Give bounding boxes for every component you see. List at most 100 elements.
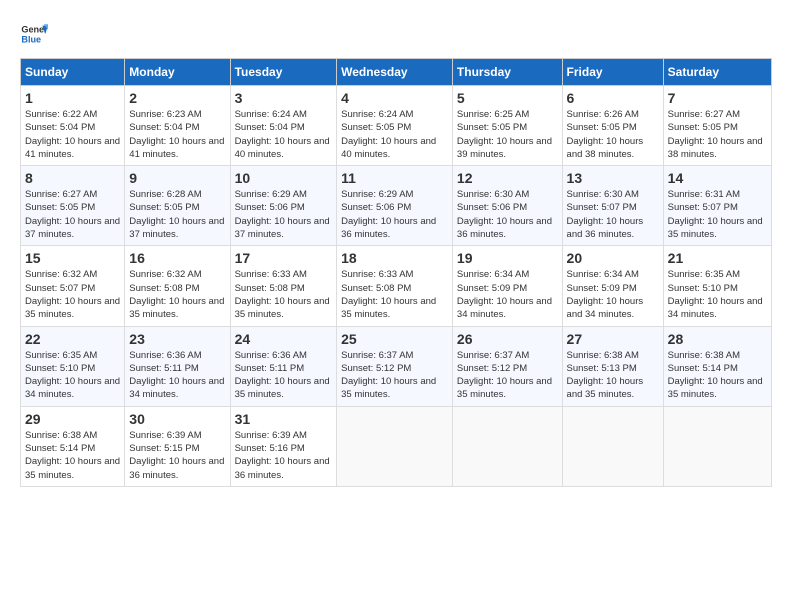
calendar-body: 1 Sunrise: 6:22 AMSunset: 5:04 PMDaylight…: [21, 86, 772, 487]
calendar-week-row: 1 Sunrise: 6:22 AMSunset: 5:04 PMDaylight…: [21, 86, 772, 166]
day-info: Sunrise: 6:30 AMSunset: 5:07 PMDaylight:…: [567, 188, 659, 241]
day-info: Sunrise: 6:27 AMSunset: 5:05 PMDaylight:…: [668, 108, 767, 161]
day-info: Sunrise: 6:34 AMSunset: 5:09 PMDaylight:…: [457, 268, 558, 321]
calendar-week-row: 29 Sunrise: 6:38 AMSunset: 5:14 PMDayligh…: [21, 406, 772, 486]
day-info: Sunrise: 6:23 AMSunset: 5:04 PMDaylight:…: [129, 108, 225, 161]
calendar-cell: [452, 406, 562, 486]
day-info: Sunrise: 6:35 AMSunset: 5:10 PMDaylight:…: [668, 268, 767, 321]
day-number: 9: [129, 170, 225, 186]
calendar-cell: 16 Sunrise: 6:32 AMSunset: 5:08 PMDayligh…: [125, 246, 230, 326]
day-number: 21: [668, 250, 767, 266]
calendar-cell: 14Sunrise: 6:31 AMSunset: 5:07 PMDayligh…: [663, 166, 771, 246]
svg-text:Blue: Blue: [21, 34, 41, 44]
day-info: Sunrise: 6:33 AMSunset: 5:08 PMDaylight:…: [235, 268, 333, 321]
day-number: 15: [25, 250, 120, 266]
calendar-cell: 15 Sunrise: 6:32 AMSunset: 5:07 PMDayligh…: [21, 246, 125, 326]
calendar-cell: 3 Sunrise: 6:24 AMSunset: 5:04 PMDaylight…: [230, 86, 337, 166]
day-info: Sunrise: 6:29 AMSunset: 5:06 PMDaylight:…: [235, 188, 333, 241]
day-number: 23: [129, 331, 225, 347]
day-number: 18: [341, 250, 448, 266]
calendar-cell: [337, 406, 453, 486]
day-info: Sunrise: 6:24 AMSunset: 5:04 PMDaylight:…: [235, 108, 333, 161]
day-info: Sunrise: 6:36 AMSunset: 5:11 PMDaylight:…: [129, 349, 225, 402]
day-number: 8: [25, 170, 120, 186]
day-number: 2: [129, 90, 225, 106]
weekday-header: Wednesday: [337, 59, 453, 86]
day-number: 11: [341, 170, 448, 186]
day-number: 1: [25, 90, 120, 106]
day-number: 29: [25, 411, 120, 427]
day-info: Sunrise: 6:39 AMSunset: 5:15 PMDaylight:…: [129, 429, 225, 482]
day-info: Sunrise: 6:25 AMSunset: 5:05 PMDaylight:…: [457, 108, 558, 161]
calendar-cell: 26 Sunrise: 6:37 AMSunset: 5:12 PMDayligh…: [452, 326, 562, 406]
calendar-cell: 8 Sunrise: 6:27 AMSunset: 5:05 PMDaylight…: [21, 166, 125, 246]
day-number: 19: [457, 250, 558, 266]
day-info: Sunrise: 6:37 AMSunset: 5:12 PMDaylight:…: [341, 349, 448, 402]
calendar-table: SundayMondayTuesdayWednesdayThursdayFrid…: [20, 58, 772, 487]
calendar-week-row: 8 Sunrise: 6:27 AMSunset: 5:05 PMDaylight…: [21, 166, 772, 246]
day-info: Sunrise: 6:32 AMSunset: 5:07 PMDaylight:…: [25, 268, 120, 321]
calendar-week-row: 15 Sunrise: 6:32 AMSunset: 5:07 PMDayligh…: [21, 246, 772, 326]
day-info: Sunrise: 6:27 AMSunset: 5:05 PMDaylight:…: [25, 188, 120, 241]
logo-icon: General Blue: [20, 20, 48, 48]
calendar-cell: [562, 406, 663, 486]
day-info: Sunrise: 6:38 AMSunset: 5:14 PMDaylight:…: [25, 429, 120, 482]
calendar-cell: 22 Sunrise: 6:35 AMSunset: 5:10 PMDayligh…: [21, 326, 125, 406]
day-info: Sunrise: 6:32 AMSunset: 5:08 PMDaylight:…: [129, 268, 225, 321]
day-info: Sunrise: 6:30 AMSunset: 5:06 PMDaylight:…: [457, 188, 558, 241]
day-info: Sunrise: 6:37 AMSunset: 5:12 PMDaylight:…: [457, 349, 558, 402]
day-number: 25: [341, 331, 448, 347]
calendar-cell: 27 Sunrise: 6:38 AMSunset: 5:13 PMDayligh…: [562, 326, 663, 406]
calendar-cell: 6 Sunrise: 6:26 AMSunset: 5:05 PMDaylight…: [562, 86, 663, 166]
day-info: Sunrise: 6:36 AMSunset: 5:11 PMDaylight:…: [235, 349, 333, 402]
day-number: 24: [235, 331, 333, 347]
day-number: 20: [567, 250, 659, 266]
calendar-cell: 9Sunrise: 6:28 AMSunset: 5:05 PMDaylight…: [125, 166, 230, 246]
calendar-cell: 24 Sunrise: 6:36 AMSunset: 5:11 PMDayligh…: [230, 326, 337, 406]
calendar-cell: 10 Sunrise: 6:29 AMSunset: 5:06 PMDayligh…: [230, 166, 337, 246]
day-number: 14: [668, 170, 767, 186]
day-number: 13: [567, 170, 659, 186]
calendar-cell: 18Sunrise: 6:33 AMSunset: 5:08 PMDayligh…: [337, 246, 453, 326]
day-number: 26: [457, 331, 558, 347]
day-number: 31: [235, 411, 333, 427]
calendar-cell: 4Sunrise: 6:24 AMSunset: 5:05 PMDaylight…: [337, 86, 453, 166]
calendar-cell: 29 Sunrise: 6:38 AMSunset: 5:14 PMDayligh…: [21, 406, 125, 486]
calendar-cell: 11 Sunrise: 6:29 AMSunset: 5:06 PMDayligh…: [337, 166, 453, 246]
calendar-cell: [663, 406, 771, 486]
calendar-cell: 31Sunrise: 6:39 AMSunset: 5:16 PMDayligh…: [230, 406, 337, 486]
day-number: 3: [235, 90, 333, 106]
day-number: 7: [668, 90, 767, 106]
day-number: 10: [235, 170, 333, 186]
calendar-cell: 13 Sunrise: 6:30 AMSunset: 5:07 PMDayligh…: [562, 166, 663, 246]
day-info: Sunrise: 6:35 AMSunset: 5:10 PMDaylight:…: [25, 349, 120, 402]
day-info: Sunrise: 6:26 AMSunset: 5:05 PMDaylight:…: [567, 108, 659, 161]
day-number: 27: [567, 331, 659, 347]
day-number: 12: [457, 170, 558, 186]
calendar-cell: 12 Sunrise: 6:30 AMSunset: 5:06 PMDayligh…: [452, 166, 562, 246]
calendar-cell: 23 Sunrise: 6:36 AMSunset: 5:11 PMDayligh…: [125, 326, 230, 406]
day-info: Sunrise: 6:38 AMSunset: 5:14 PMDaylight:…: [668, 349, 767, 402]
calendar-cell: 28 Sunrise: 6:38 AMSunset: 5:14 PMDayligh…: [663, 326, 771, 406]
day-number: 5: [457, 90, 558, 106]
day-number: 22: [25, 331, 120, 347]
day-number: 17: [235, 250, 333, 266]
calendar-cell: 19 Sunrise: 6:34 AMSunset: 5:09 PMDayligh…: [452, 246, 562, 326]
calendar-cell: 2 Sunrise: 6:23 AMSunset: 5:04 PMDaylight…: [125, 86, 230, 166]
calendar-cell: 17 Sunrise: 6:33 AMSunset: 5:08 PMDayligh…: [230, 246, 337, 326]
weekday-header: Sunday: [21, 59, 125, 86]
page-header: General Blue: [20, 20, 772, 48]
day-number: 6: [567, 90, 659, 106]
weekday-header: Thursday: [452, 59, 562, 86]
weekday-header: Tuesday: [230, 59, 337, 86]
day-number: 28: [668, 331, 767, 347]
day-info: Sunrise: 6:38 AMSunset: 5:13 PMDaylight:…: [567, 349, 659, 402]
calendar-header-row: SundayMondayTuesdayWednesdayThursdayFrid…: [21, 59, 772, 86]
day-info: Sunrise: 6:22 AMSunset: 5:04 PMDaylight:…: [25, 108, 120, 161]
calendar-cell: 25 Sunrise: 6:37 AMSunset: 5:12 PMDayligh…: [337, 326, 453, 406]
day-number: 30: [129, 411, 225, 427]
logo: General Blue: [20, 20, 48, 48]
day-number: 16: [129, 250, 225, 266]
calendar-cell: 21 Sunrise: 6:35 AMSunset: 5:10 PMDayligh…: [663, 246, 771, 326]
day-info: Sunrise: 6:29 AMSunset: 5:06 PMDaylight:…: [341, 188, 448, 241]
